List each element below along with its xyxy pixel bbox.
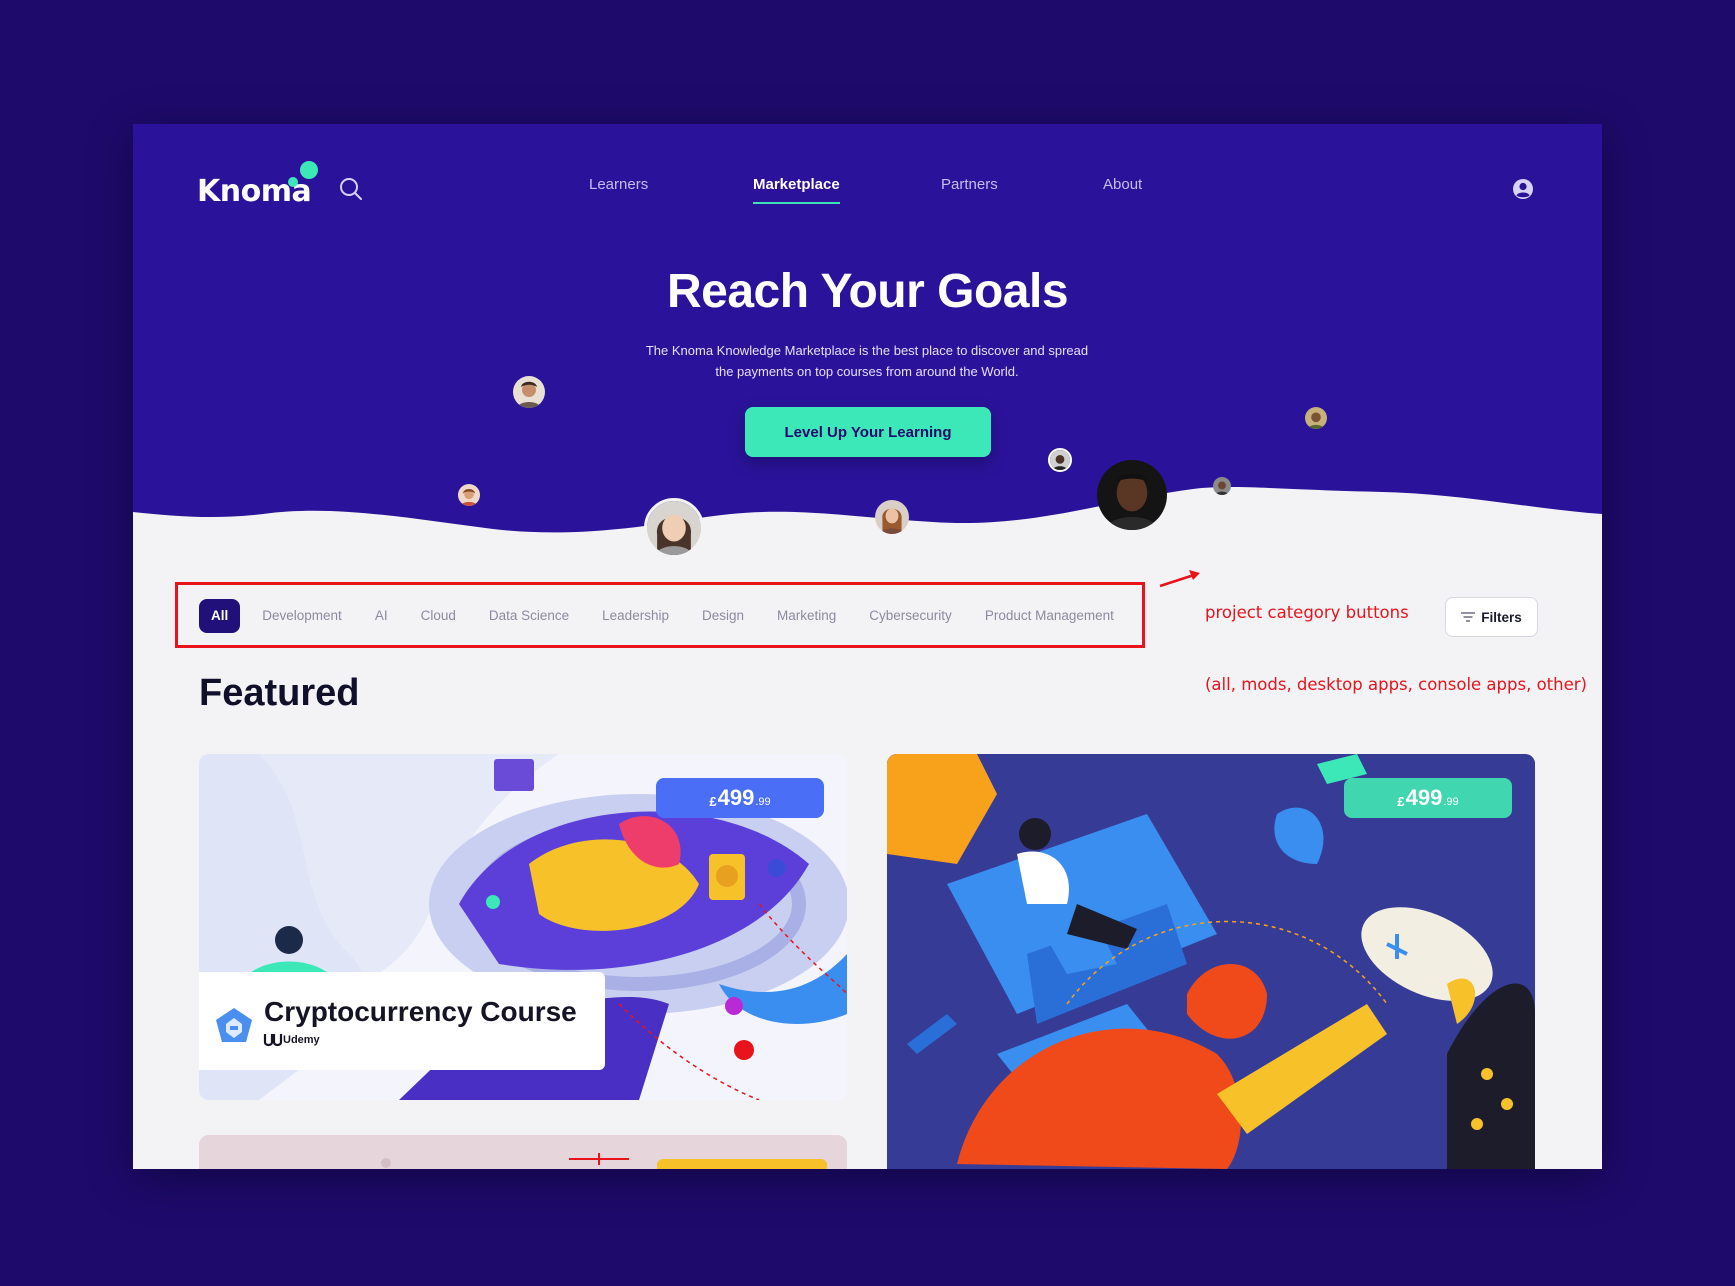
price-cents: .99 [755,796,771,808]
hero-subtitle-line1: The Knoma Knowledge Marketplace is the b… [645,343,1089,358]
avatar [644,498,704,558]
category-leadership-button[interactable]: Leadership [602,599,669,633]
price-tag: £ 499 .99 [1344,778,1512,818]
main-nav: Learners Marketplace Partners About [133,176,1602,206]
category-bar: All Development AI Cloud Data Science Le… [199,599,1114,633]
annotation-line1: project category buttons [1205,603,1409,622]
avatar [513,376,545,408]
hero-title: Reach Your Goals [666,265,1069,318]
nav-partners[interactable]: Partners [941,176,998,193]
category-design-button[interactable]: Design [702,599,744,633]
price-currency: £ [709,793,717,809]
hero-subtitle: The Knoma Knowledge Marketplace is the b… [617,340,1117,382]
nav-learners[interactable]: Learners [589,176,648,193]
annotation-text: project category buttons (all, mods, des… [1205,553,1602,745]
avatar [458,484,480,506]
nav-marketplace[interactable]: Marketplace [753,176,840,204]
price-tag: £ 499 .99 [656,778,824,818]
avatar [1048,448,1072,472]
price-main: 499 [1405,785,1443,810]
course-card-3[interactable] [199,1135,847,1169]
category-product-management-button[interactable]: Product Management [985,599,1114,633]
category-cloud-button[interactable]: Cloud [421,599,456,633]
category-data-science-button[interactable]: Data Science [489,599,569,633]
price-cents: .99 [1443,796,1459,808]
category-development-button[interactable]: Development [262,599,342,633]
avatar [875,500,909,534]
price-currency: £ [1397,793,1405,809]
nav-active-underline [753,202,840,204]
course-badge-icon [216,1008,252,1042]
nav-about[interactable]: About [1103,176,1142,193]
annotation-arrow-icon [1159,570,1200,588]
avatar [1305,407,1327,429]
course-card-cryptocurrency[interactable]: £ 499 .99 Cryptocurrency Course Udemy [199,754,847,1100]
price-main: 499 [717,785,755,810]
category-cybersecurity-button[interactable]: Cybersecurity [869,599,952,633]
category-marketing-button[interactable]: Marketing [777,599,836,633]
course-title: Cryptocurrency Course [264,996,577,1027]
course-card-2[interactable]: £ 499 .99 [887,754,1535,1169]
nav-marketplace-label: Marketplace [753,176,840,193]
course-provider: Udemy [283,1034,320,1046]
avatar [1097,460,1167,530]
webpage-frame: Knoma Learners Marketplace Partners Abou… [133,124,1602,1169]
featured-heading: Featured [199,672,360,714]
cta-button[interactable]: Level Up Your Learning [745,407,991,457]
annotation-line2: (all, mods, desktop apps, console apps, … [1205,675,1587,694]
user-account-icon[interactable] [1512,178,1534,200]
category-all-button[interactable]: All [199,599,241,633]
hero-subtitle-line2: the payments on top courses from around … [715,364,1019,379]
udemy-logo-icon [263,1034,283,1047]
course-label-panel: Cryptocurrency Course Udemy [199,972,605,1070]
category-ai-button[interactable]: AI [375,599,388,633]
course-illustration [199,1135,847,1169]
avatar [1213,477,1231,495]
